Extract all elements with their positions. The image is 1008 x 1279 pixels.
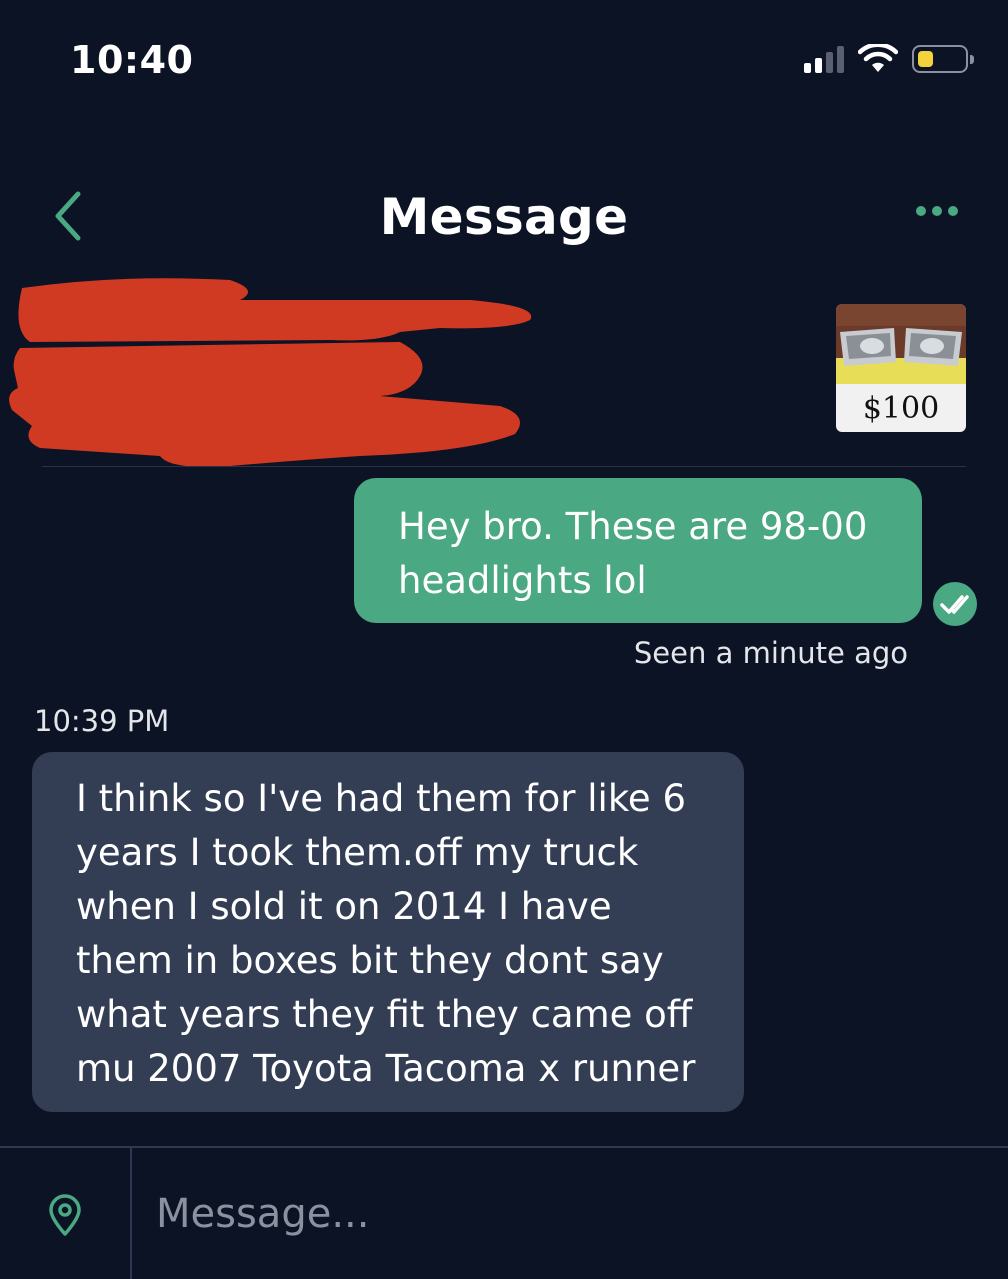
message-input[interactable] [134, 1148, 1008, 1279]
message-composer [0, 1146, 1008, 1279]
more-dots-icon [916, 206, 926, 216]
divider [42, 466, 966, 467]
battery-icon [912, 45, 974, 73]
double-check-icon [933, 582, 977, 626]
signal-icon [804, 45, 844, 73]
battery-level [918, 51, 933, 67]
listing-price: $100 [862, 391, 940, 426]
message-timestamp: 10:39 PM [34, 704, 170, 738]
location-button[interactable] [0, 1148, 132, 1279]
location-pin-icon [49, 1193, 81, 1236]
incoming-message-bubble[interactable]: I think so I've had them for like 6 year… [32, 752, 744, 1112]
listing-thumbnail[interactable]: $100 [836, 304, 966, 432]
seen-status: Seen a minute ago [633, 636, 908, 670]
outgoing-message-bubble[interactable]: Hey bro. These are 98-00 headlights lol [354, 478, 922, 623]
wifi-icon [858, 44, 898, 74]
message-screen: 10:40 Message $100 Hey bro. These are 98… [0, 0, 1008, 1279]
more-options-button[interactable] [916, 206, 958, 216]
page-title: Message [379, 188, 629, 246]
status-time: 10:40 [70, 38, 194, 82]
status-icons [804, 44, 974, 74]
redacted-listing-info [9, 278, 532, 467]
headlights-photo [836, 304, 966, 384]
